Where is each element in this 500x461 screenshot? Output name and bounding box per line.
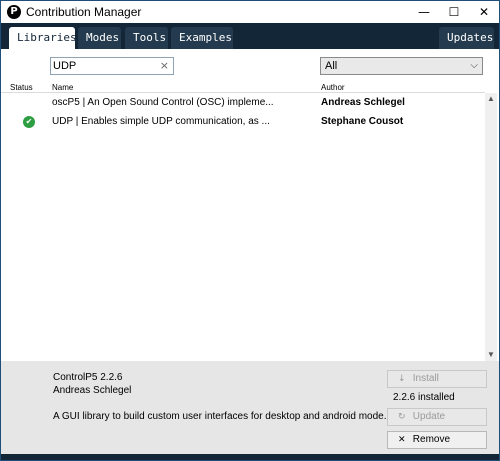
column-header-author[interactable]: Author [321,83,345,92]
installed-version-label: 2.2.6 installed [393,392,455,403]
close-icon[interactable]: ✕ [469,1,499,23]
title-bar[interactable]: P Contribution Manager — ☐ ✕ [1,1,499,23]
scroll-up-icon[interactable]: ▲ [485,93,497,105]
tab-tools[interactable]: Tools [125,27,168,49]
table-row[interactable]: ✔ UDP | Enables simple UDP communication… [1,112,485,132]
chevron-down-icon: ⌵ [470,60,478,71]
bottom-status-strip [1,454,499,460]
library-details-panel: ControlP5 2.2.6 Andreas Schlegel A GUI l… [1,361,499,454]
filter-selected-value: All [325,60,338,72]
tab-libraries[interactable]: Libraries [9,27,77,49]
clear-search-icon[interactable]: × [160,59,169,72]
tab-examples[interactable]: Examples [171,27,233,49]
install-button[interactable]: ↓ Install [387,370,487,388]
maximize-icon[interactable]: ☐ [439,1,469,23]
contribution-manager-window: P Contribution Manager — ☐ ✕ Libraries M… [0,0,500,461]
remove-button[interactable]: ✕ Remove [387,431,487,449]
remove-button-label: Remove [412,434,451,445]
detail-library-name: ControlP5 2.2.6 [53,372,123,383]
column-header-status[interactable]: Status [10,83,33,92]
remove-icon: ✕ [398,435,406,445]
tab-updates[interactable]: Updates [439,27,494,49]
search-input[interactable] [53,59,153,73]
list-scrollbar[interactable]: ▲ ▼ [485,93,497,361]
category-tab-bar: Libraries Modes Tools Examples Updates [1,23,499,49]
row-author: Stephane Cousot [321,116,404,127]
row-author: Andreas Schlegel [321,97,405,108]
update-button[interactable]: ↻ Update [387,408,487,426]
row-name: UDP | Enables simple UDP communication, … [52,116,270,127]
column-header-name[interactable]: Name [52,83,73,92]
scroll-down-icon[interactable]: ▼ [485,349,497,361]
detail-library-author: Andreas Schlegel [53,385,132,396]
minimize-icon[interactable]: — [409,1,439,23]
table-row[interactable]: oscP5 | An Open Sound Control (OSC) impl… [1,93,485,113]
tab-modes[interactable]: Modes [78,27,121,49]
window-title: Contribution Manager [26,5,142,19]
install-button-label: Install [412,373,439,384]
download-icon: ↓ [398,374,406,384]
category-filter-dropdown[interactable]: All ⌵ [320,57,483,75]
refresh-icon: ↻ [398,412,406,422]
row-name: oscP5 | An Open Sound Control (OSC) impl… [52,97,274,108]
update-button-label: Update [412,411,446,422]
search-box[interactable]: × [50,57,174,75]
installed-check-icon: ✔ [23,116,35,128]
library-list-panel: × All ⌵ Status Name Author oscP5 | An Op… [1,49,499,361]
processing-app-icon: P [7,5,21,19]
detail-library-description: A GUI library to build custom user inter… [53,411,387,422]
